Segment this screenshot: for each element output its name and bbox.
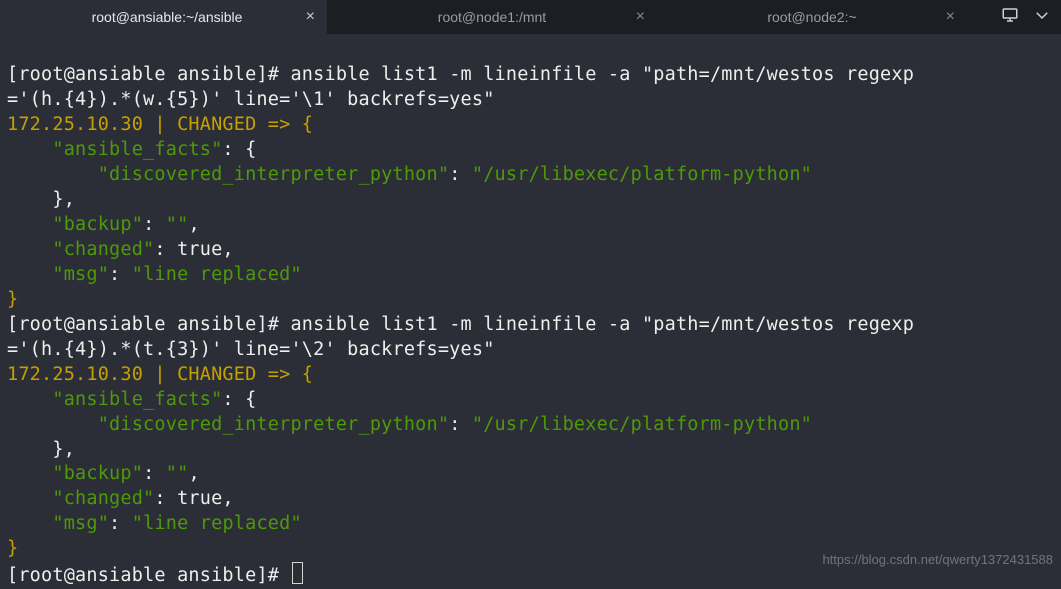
chevron-down-icon[interactable] xyxy=(1033,6,1051,29)
terminal-output[interactable]: [root@ansiable ansible]# ansible list1 -… xyxy=(0,34,1061,589)
json-close: } xyxy=(7,538,18,559)
json-key: "msg" xyxy=(7,264,109,285)
tab-title: root@node1:/mnt xyxy=(438,9,546,25)
json-comma: , xyxy=(188,463,199,484)
result-arrow: => { xyxy=(256,364,313,385)
json-colon: : xyxy=(109,264,132,285)
json-key: "ansible_facts" xyxy=(7,139,222,160)
close-icon[interactable]: × xyxy=(636,8,645,26)
json-key: "backup" xyxy=(7,214,143,235)
window-controls xyxy=(1001,0,1051,34)
prompt-bracket: ]# xyxy=(256,64,290,85)
json-colon: : xyxy=(449,414,472,435)
prompt-bracket: ]# xyxy=(256,314,290,335)
json-value: "line replaced" xyxy=(132,513,302,534)
prompt-userhost: root@ansiable ansible xyxy=(18,64,256,85)
json-colon: : true, xyxy=(154,239,233,260)
json-colon: : { xyxy=(222,389,256,410)
prompt-bracket: [ xyxy=(7,565,18,586)
json-colon: : xyxy=(143,214,166,235)
json-close: }, xyxy=(7,189,75,210)
json-close: } xyxy=(7,289,18,310)
json-key: "changed" xyxy=(7,239,154,260)
prompt-userhost: root@ansiable ansible xyxy=(18,314,256,335)
screen-icon[interactable] xyxy=(1001,6,1019,29)
json-colon: : xyxy=(143,463,166,484)
result-status: CHANGED xyxy=(177,364,256,385)
json-key: "backup" xyxy=(7,463,143,484)
json-key: "ansible_facts" xyxy=(7,389,222,410)
close-icon[interactable]: × xyxy=(306,8,315,26)
result-arrow: => { xyxy=(256,114,313,135)
tab-title: root@ansiable:~/ansible xyxy=(92,9,243,25)
prompt-bracket: [ xyxy=(7,64,18,85)
json-value: "" xyxy=(166,463,189,484)
prompt-bracket: [ xyxy=(7,314,18,335)
json-key: "msg" xyxy=(7,513,109,534)
close-icon[interactable]: × xyxy=(946,8,955,26)
json-value: "/usr/libexec/platform-python" xyxy=(472,414,812,435)
watermark: https://blog.csdn.net/qwerty1372431588 xyxy=(822,552,1053,567)
json-key: "discovered_interpreter_python" xyxy=(7,414,449,435)
json-key: "changed" xyxy=(7,488,154,509)
tab-title: root@node2:~ xyxy=(767,9,856,25)
prompt-bracket: ]# xyxy=(256,565,290,586)
json-value: "/usr/libexec/platform-python" xyxy=(472,164,812,185)
json-colon: : xyxy=(109,513,132,534)
json-value: "line replaced" xyxy=(132,264,302,285)
cursor xyxy=(292,562,303,584)
result-status: CHANGED xyxy=(177,114,256,135)
left-stripe xyxy=(0,0,7,34)
json-colon: : { xyxy=(222,139,256,160)
json-comma: , xyxy=(188,214,199,235)
json-value: "" xyxy=(166,214,189,235)
prompt-userhost: root@ansiable ansible xyxy=(18,565,256,586)
result-ip: 172.25.10.30 | xyxy=(7,114,177,135)
result-ip: 172.25.10.30 | xyxy=(7,364,177,385)
json-colon: : true, xyxy=(154,488,233,509)
json-close: }, xyxy=(7,439,75,460)
tab-node2[interactable]: root@node2:~ × xyxy=(657,0,967,34)
json-key: "discovered_interpreter_python" xyxy=(7,164,449,185)
json-colon: : xyxy=(449,164,472,185)
tab-node1[interactable]: root@node1:/mnt × xyxy=(327,0,657,34)
tab-bar: root@ansiable:~/ansible × root@node1:/mn… xyxy=(0,0,1061,34)
tab-ansible[interactable]: root@ansiable:~/ansible × xyxy=(7,0,327,34)
